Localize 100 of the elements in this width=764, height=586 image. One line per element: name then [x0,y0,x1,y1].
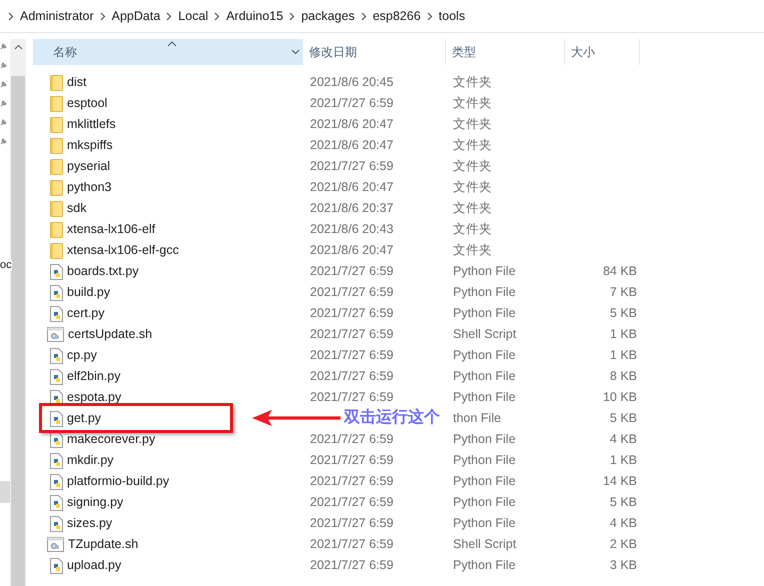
folder-icon [50,222,63,238]
file-name[interactable]: pyserial [67,157,110,176]
file-name[interactable]: cp.py [67,346,97,365]
file-name[interactable]: xtensa-lx106-elf-gcc [67,241,179,260]
breadcrumb-item[interactable]: Arduino15 [225,6,284,26]
date-cell-text: 2021/7/27 6:59 [310,389,394,406]
file-name[interactable]: dist [67,73,86,92]
size-cell-text: 5 KB [610,494,637,512]
type-cell-text: Python File [452,368,517,386]
file-name[interactable]: xtensa-lx106-elf [67,220,156,239]
size-cell-text: 3 KB [610,557,637,574]
file-name[interactable]: build.py [67,283,110,302]
pin-icon[interactable] [0,43,7,50]
python-file-icon [50,284,63,300]
file-name[interactable]: makecorever.py [67,430,156,449]
column-header[interactable]: 修改日期 [303,39,446,65]
column-header[interactable]: 大小 [565,39,640,65]
file-name[interactable]: sizes.py [67,514,112,533]
size-cell-text: 10 KB [602,389,637,406]
date-cell-text: 2021/7/27 6:59 [310,326,394,344]
chevron-icon[interactable] [360,12,367,20]
file-name[interactable]: upload.py [67,556,122,575]
size-cell-text: 2 KB [610,536,637,554]
type-cell-text: Python File [452,305,517,322]
python-file-icon [50,558,63,574]
scroll-up-icon[interactable] [14,44,22,50]
type-cell-text: 文件夹 [452,158,493,176]
python-file-icon [50,432,63,448]
size-cell-text: 1 KB [610,452,637,470]
type-cell-text: Shell Script [452,536,518,554]
file-name[interactable]: boards.txt.py [67,262,139,281]
pin-icon[interactable] [0,138,7,145]
file-name[interactable]: get.py [67,409,102,428]
breadcrumb-item[interactable]: esp8266 [372,6,422,26]
date-cell-text: 2021/7/27 6:59 [310,536,394,554]
python-file-icon [50,452,63,468]
nav-item-highlight [0,481,10,503]
type-cell-text: 文件夹 [452,74,493,92]
pin-icon[interactable] [0,119,7,126]
type-cell-text: Python File [452,284,517,302]
date-cell-text: 2021/8/6 20:47 [310,116,394,134]
file-name[interactable]: TZupdate.sh [68,535,138,554]
sort-caret-icon [167,40,177,47]
folder-icon [50,138,63,154]
file-name[interactable]: mkspiffs [67,136,113,155]
python-file-icon [50,494,63,510]
date-cell-text: 2021/7/27 6:59 [310,95,394,112]
script-file-icon [47,537,64,552]
chevron-icon[interactable] [100,12,106,20]
pin-icon[interactable] [0,62,7,69]
size-cell-text: 1 KB [610,326,637,344]
type-cell-text: 文件夹 [452,242,493,260]
file-name[interactable]: mkdir.py [67,451,114,470]
python-file-icon [50,516,63,532]
pin-icon[interactable] [0,81,7,88]
breadcrumb-item[interactable]: Administrator [19,6,95,26]
date-cell-text: 2021/7/27 6:59 [310,452,394,470]
chevron-icon[interactable] [166,12,172,20]
file-name[interactable]: espota.py [67,388,122,407]
date-cell-text: 2021/7/27 6:59 [310,305,394,322]
type-cell-text: Python File [452,515,517,532]
python-file-icon [50,410,63,426]
breadcrumb-item[interactable]: packages [300,6,356,26]
chevron-icon[interactable] [426,12,433,20]
arrow-icon [251,408,341,428]
date-cell-text: 2021/8/6 20:37 [310,200,394,218]
size-cell-text: 8 KB [610,368,637,386]
pin-icon[interactable] [0,100,7,107]
column-header[interactable]: 名称 [33,39,303,65]
chevron-icon[interactable] [289,12,296,20]
scroll-thumb[interactable] [11,76,25,586]
type-cell-text: Python File [452,431,517,448]
file-name[interactable]: sdk [67,199,86,218]
file-name[interactable]: mklittlefs [67,115,116,134]
breadcrumb-item[interactable]: Local [177,6,210,26]
chevron-icon[interactable] [214,12,220,20]
file-name[interactable]: certsUpdate.sh [68,325,152,344]
file-name[interactable]: esptool [67,94,108,113]
file-name[interactable]: cert.py [67,304,105,323]
date-cell-text: 2021/8/6 20:47 [310,242,394,260]
type-cell-text: 文件夹 [452,95,493,112]
breadcrumb-item[interactable]: tools [438,6,466,26]
column-header[interactable]: 类型 [446,39,565,65]
date-cell-text: 2021/8/6 20:43 [310,221,394,238]
python-file-icon [50,474,63,490]
size-cell-text: 5 KB [610,305,637,322]
folder-icon [50,74,63,90]
folder-icon [50,200,63,216]
file-name[interactable]: platformio-build.py [67,472,170,491]
scrollbar[interactable] [10,39,26,586]
file-name[interactable]: elf2bin.py [67,367,121,386]
breadcrumb-item[interactable]: AppData [110,6,162,26]
file-name[interactable]: python3 [67,178,112,197]
file-name[interactable]: signing.py [67,493,124,512]
folder-icon [50,96,63,112]
chevron-icon[interactable] [8,12,14,20]
dropdown-chevron-icon[interactable] [291,49,300,55]
size-cell-text: 14 KB [602,473,637,490]
folder-icon [50,242,63,258]
date-cell-text: 2021/8/6 20:47 [310,137,394,154]
